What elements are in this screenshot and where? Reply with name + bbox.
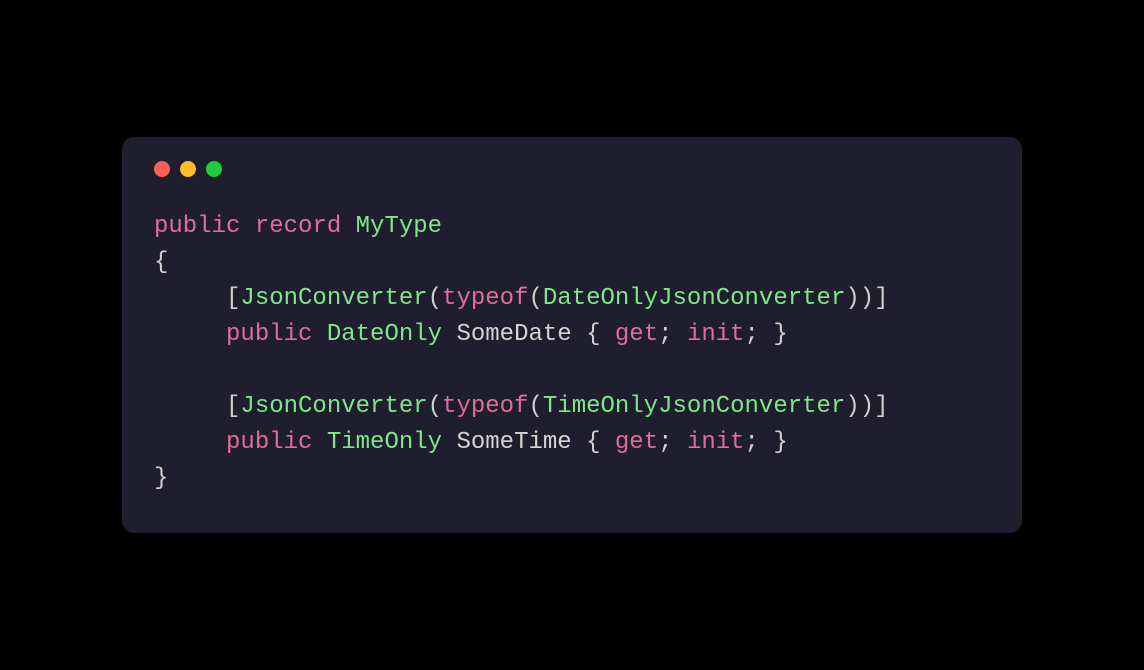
code-block: public record MyType { [JsonConverter(ty…	[154, 209, 990, 497]
keyword-init: init	[687, 321, 745, 348]
semicolon: ;	[658, 321, 672, 348]
semicolon: ;	[745, 429, 759, 456]
type-name: MyType	[356, 213, 442, 240]
code-line: public record MyType	[154, 213, 442, 240]
indent	[154, 429, 226, 456]
code-line: public DateOnly SomeDate { get; init; }	[154, 321, 788, 348]
minimize-icon[interactable]	[180, 161, 196, 177]
keyword-typeof: typeof	[442, 393, 528, 420]
bracket: [	[226, 393, 240, 420]
keyword-public: public	[226, 321, 312, 348]
attribute-name: JsonConverter	[240, 285, 427, 312]
bracket: ]	[874, 393, 888, 420]
keyword-get: get	[615, 429, 658, 456]
code-line: public TimeOnly SomeTime { get; init; }	[154, 429, 788, 456]
property-name: SomeTime	[456, 429, 571, 456]
paren: )	[860, 285, 874, 312]
paren: )	[845, 285, 859, 312]
paren: (	[428, 285, 442, 312]
code-line: {	[154, 249, 168, 276]
converter-type: DateOnlyJsonConverter	[543, 285, 845, 312]
brace: {	[586, 429, 600, 456]
property-type: DateOnly	[327, 321, 442, 348]
semicolon: ;	[745, 321, 759, 348]
indent	[154, 321, 226, 348]
brace: }	[773, 429, 787, 456]
code-window: public record MyType { [JsonConverter(ty…	[122, 137, 1022, 533]
keyword-public: public	[226, 429, 312, 456]
keyword-init: init	[687, 429, 745, 456]
converter-type: TimeOnlyJsonConverter	[543, 393, 845, 420]
brace: {	[586, 321, 600, 348]
maximize-icon[interactable]	[206, 161, 222, 177]
bracket: [	[226, 285, 240, 312]
keyword-public: public	[154, 213, 240, 240]
paren: )	[845, 393, 859, 420]
code-line: }	[154, 465, 168, 492]
code-line: [JsonConverter(typeof(DateOnlyJsonConver…	[154, 285, 889, 312]
indent	[154, 285, 226, 312]
property-name: SomeDate	[456, 321, 571, 348]
brace: }	[773, 321, 787, 348]
paren: )	[860, 393, 874, 420]
attribute-name: JsonConverter	[240, 393, 427, 420]
close-icon[interactable]	[154, 161, 170, 177]
brace-close: }	[154, 465, 168, 492]
keyword-get: get	[615, 321, 658, 348]
paren: (	[528, 393, 542, 420]
property-type: TimeOnly	[327, 429, 442, 456]
code-line: [JsonConverter(typeof(TimeOnlyJsonConver…	[154, 393, 889, 420]
window-titlebar	[154, 161, 990, 177]
keyword-record: record	[255, 213, 341, 240]
bracket: ]	[874, 285, 888, 312]
brace-open: {	[154, 249, 168, 276]
keyword-typeof: typeof	[442, 285, 528, 312]
indent	[154, 393, 226, 420]
paren: (	[428, 393, 442, 420]
semicolon: ;	[658, 429, 672, 456]
paren: (	[528, 285, 542, 312]
